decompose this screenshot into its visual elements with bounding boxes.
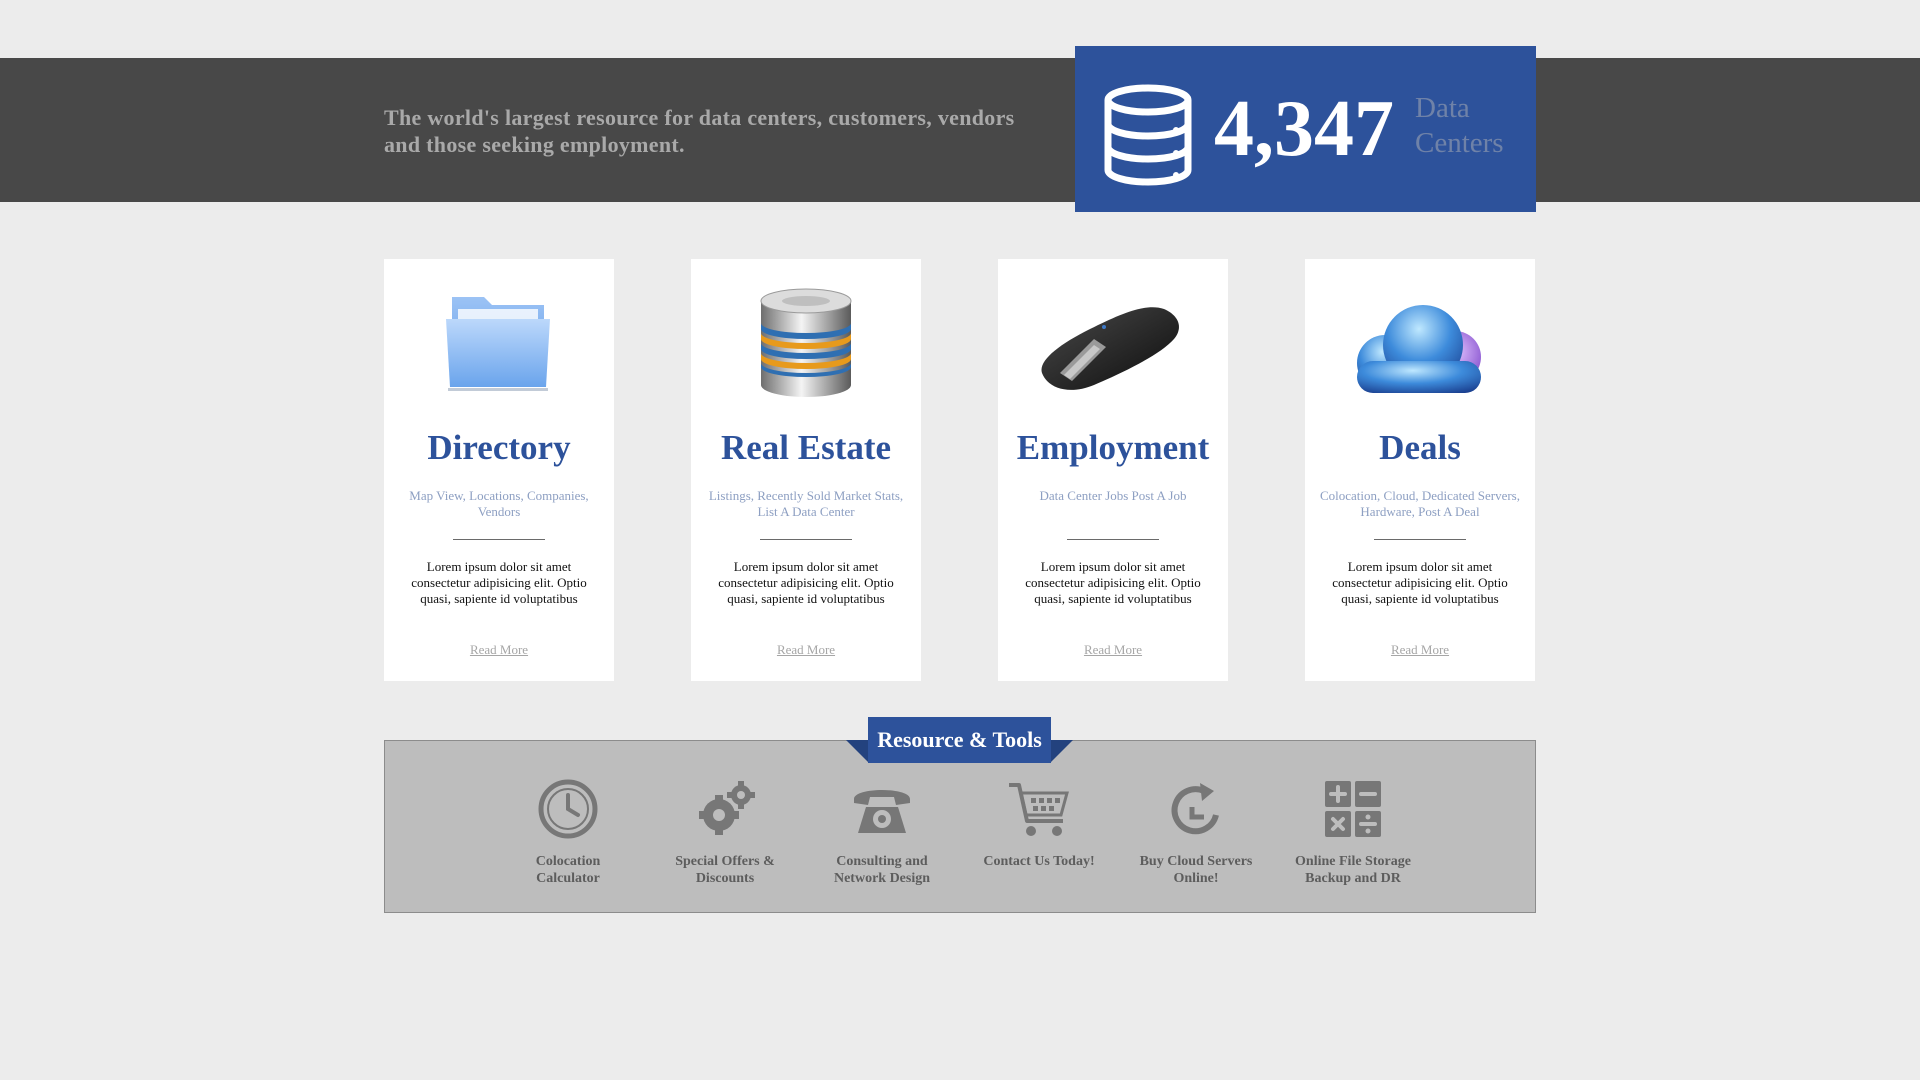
tool-label: Special Offers & Discounts [675, 854, 775, 886]
card-body: Lorem ipsum dolor sit amet consectetur a… [1332, 559, 1508, 606]
mouse-icon [1041, 307, 1179, 390]
tool-label: Colocation Calculator [535, 854, 601, 886]
card-subtitle: Data Center Jobs Post A Job [1039, 488, 1187, 503]
resource-tools-heading: Resource & Tools [868, 717, 1051, 763]
read-more-link[interactable]: Read More [1305, 642, 1535, 658]
card-divider [453, 539, 545, 540]
ribbon-fold-right [1051, 740, 1073, 762]
card-divider [760, 539, 852, 540]
card-title: Employment [1016, 428, 1210, 467]
calculator-icon [1325, 781, 1381, 837]
read-more-link[interactable]: Read More [384, 642, 614, 658]
database-icon [1104, 84, 1192, 186]
tool-buy-cloud-servers[interactable]: Buy Cloud Servers Online! [1131, 777, 1261, 887]
card-title: Deals [1379, 428, 1461, 467]
tool-label: Online File Storage Backup and DR [1295, 854, 1411, 886]
card-subtitle: Listings, Recently Sold Market Stats, Li… [708, 488, 904, 519]
feature-cards: Directory Map View, Locations, Companies… [384, 259, 1536, 681]
card-body: Lorem ipsum dolor sit amet consectetur a… [718, 559, 894, 606]
read-more-link[interactable]: Read More [998, 642, 1228, 658]
telephone-icon [854, 790, 910, 833]
tool-online-file-storage[interactable]: Online File Storage Backup and DR [1288, 777, 1418, 887]
tool-colocation-calculator[interactable]: Colocation Calculator [503, 777, 633, 887]
card-employment: Employment Data Center Jobs Post A Job L… [998, 259, 1228, 681]
card-deals: Deals Colocation, Cloud, Dedicated Serve… [1305, 259, 1535, 681]
tool-consulting[interactable]: Consulting and Network Design [817, 777, 947, 887]
tool-contact-us[interactable]: Contact Us Today! [974, 777, 1104, 870]
card-body: Lorem ipsum dolor sit amet consectetur a… [411, 559, 587, 606]
cloud-icon [1357, 305, 1481, 393]
tool-special-offers[interactable]: Special Offers & Discounts [660, 777, 790, 887]
tool-label: Buy Cloud Servers Online! [1139, 854, 1253, 886]
card-divider [1067, 539, 1159, 540]
card-subtitle: Colocation, Cloud, Dedicated Servers, Ha… [1319, 488, 1520, 519]
card-divider [1374, 539, 1466, 540]
counter-value: 4,347 [1214, 85, 1394, 173]
read-more-link[interactable]: Read More [691, 642, 921, 658]
tool-label: Contact Us Today! [983, 854, 1095, 869]
tool-label: Consulting and Network Design [833, 854, 931, 886]
site-tagline: The world's largest resource for data ce… [384, 105, 1015, 157]
database-stack-icon [760, 288, 852, 397]
shopping-cart-icon [1009, 783, 1069, 836]
card-subtitle: Map View, Locations, Companies, Vendors [409, 488, 589, 519]
refresh-icon [1171, 783, 1219, 835]
gears-icon [699, 781, 755, 835]
clock-icon [538, 779, 598, 839]
counter-unit-text: Data Centers [1415, 92, 1504, 159]
card-title: Real Estate [720, 428, 892, 467]
data-center-counter: 4,347 Data Centers [1075, 46, 1536, 212]
counter-unit: Data Centers [1415, 91, 1515, 161]
card-body: Lorem ipsum dolor sit amet consectetur a… [1025, 559, 1201, 606]
page: The world's largest resource for data ce… [0, 0, 1920, 1080]
card-title: Directory [427, 428, 571, 467]
card-real-estate: Real Estate Listings, Recently Sold Mark… [691, 259, 921, 681]
card-directory: Directory Map View, Locations, Companies… [384, 259, 614, 681]
folder-icon [446, 297, 550, 391]
ribbon-fold-left [846, 740, 868, 762]
